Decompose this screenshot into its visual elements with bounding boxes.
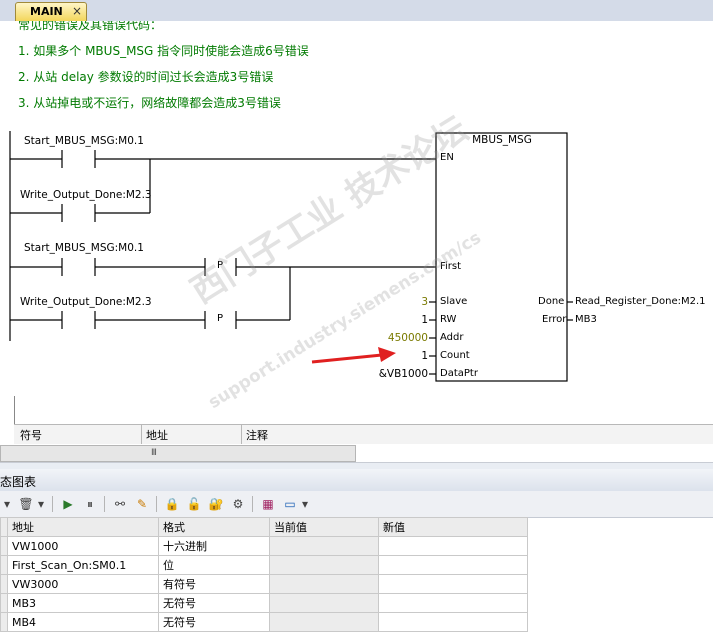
address-cell[interactable]: VW1000 — [7, 536, 159, 556]
edge-contact-p: P — [217, 260, 224, 271]
dropdown-arrow-icon[interactable]: ▾ — [2, 496, 12, 512]
pin-en: EN — [440, 152, 454, 163]
lock-icon[interactable]: 🔒 — [164, 496, 180, 512]
current-value-cell — [269, 593, 379, 613]
row-header-cell[interactable] — [0, 555, 8, 575]
ladder-diagram — [9, 131, 573, 382]
address-cell[interactable]: VW3000 — [7, 574, 159, 594]
current-value-cell — [269, 555, 379, 575]
current-value-cell — [269, 536, 379, 556]
block-title: MBUS_MSG — [472, 134, 532, 146]
pin-count: Count — [440, 350, 470, 361]
ladder-editor[interactable]: 常见的错误及其错误代码： 1. 如果多个 MBUS_MSG 指令同时使能会造成6… — [0, 21, 713, 445]
tab-bar: MAIN × — [0, 0, 713, 22]
toolbar-separator — [104, 496, 105, 512]
param-count-value[interactable]: 1 — [368, 350, 428, 362]
address-cell[interactable]: MB4 — [7, 612, 159, 632]
row-header-cell — [0, 517, 8, 537]
format-cell[interactable]: 十六进制 — [158, 536, 270, 556]
toolbar-separator — [156, 496, 157, 512]
row-header-cell[interactable] — [0, 612, 8, 632]
contact-label: Write_Output_Done:M2.3 — [20, 296, 152, 308]
delete-icon[interactable]: 🗑 — [18, 496, 34, 512]
contact-label: Write_Output_Done:M2.3 — [20, 189, 152, 201]
format-cell[interactable]: 无符号 — [158, 612, 270, 632]
pin-addr: Addr — [440, 332, 464, 343]
tab-main[interactable]: MAIN × — [15, 2, 87, 21]
glasses-icon[interactable]: ⚯ — [112, 496, 128, 512]
toolbar-separator — [52, 496, 53, 512]
trend-view-icon[interactable]: ▦ — [260, 496, 276, 512]
param-dataptr-value[interactable]: &VB1000 — [368, 368, 428, 380]
status-chart-table: 地址 格式 当前值 新值 VW1000 十六进制 First_Scan_On:S… — [0, 517, 528, 632]
address-column-header[interactable]: 地址 — [146, 427, 168, 443]
new-value-cell[interactable] — [378, 536, 528, 556]
address-cell[interactable]: First_Scan_On:SM0.1 — [7, 555, 159, 575]
table-header-row: 地址 格式 当前值 新值 — [0, 517, 528, 537]
pin-dataptr: DataPtr — [440, 368, 478, 379]
status-chart-titlebar: 态图表 — [0, 469, 713, 492]
table-row[interactable]: VW1000 十六进制 — [0, 536, 528, 556]
table-row[interactable]: First_Scan_On:SM0.1 位 — [0, 555, 528, 575]
current-value-header[interactable]: 当前值 — [269, 517, 379, 537]
edge-contact-p: P — [217, 313, 224, 324]
current-value-cell — [269, 574, 379, 594]
scroll-thumb-grip[interactable]: III — [151, 448, 157, 458]
address-cell[interactable]: MB3 — [7, 593, 159, 613]
dropdown-arrow-icon[interactable]: ▾ — [300, 496, 310, 512]
address-header[interactable]: 地址 — [7, 517, 159, 537]
format-header[interactable]: 格式 — [158, 517, 270, 537]
pin-done: Done — [538, 296, 565, 307]
contact-label: Start_MBUS_MSG:M0.1 — [24, 242, 144, 254]
dropdown-arrow-icon[interactable]: ▾ — [36, 496, 46, 512]
table-row[interactable]: MB4 无符号 — [0, 612, 528, 632]
row-header-cell[interactable] — [0, 536, 8, 556]
current-value-cell — [269, 612, 379, 632]
table-row[interactable]: MB3 无符号 — [0, 593, 528, 613]
tab-main-label: MAIN — [30, 5, 63, 18]
format-cell[interactable]: 位 — [158, 555, 270, 575]
pencil-icon[interactable]: ✎ — [134, 496, 150, 512]
param-rw-value[interactable]: 1 — [368, 314, 428, 326]
close-icon[interactable]: × — [72, 4, 82, 18]
column-divider — [141, 425, 142, 444]
unlock-icon[interactable]: 🔓 — [186, 496, 202, 512]
format-cell[interactable]: 有符号 — [158, 574, 270, 594]
new-value-cell[interactable] — [378, 612, 528, 632]
symbol-column-header[interactable]: 符号 — [20, 427, 42, 443]
row-header-cell[interactable] — [0, 574, 8, 594]
unlock-all-icon[interactable]: 🔐 — [208, 496, 224, 512]
start-trend-icon[interactable]: ▶ — [60, 496, 76, 512]
new-value-cell[interactable] — [378, 574, 528, 594]
read-all-forced-icon[interactable]: ⚙ — [230, 496, 246, 512]
pause-icon[interactable]: ⏸ — [82, 496, 98, 512]
tooltip-icon[interactable]: ▭ — [282, 496, 298, 512]
param-done-value[interactable]: Read_Register_Done:M2.1 — [575, 296, 706, 307]
new-value-cell[interactable] — [378, 593, 528, 613]
contact-label: Start_MBUS_MSG:M0.1 — [24, 135, 144, 147]
param-error-value[interactable]: MB3 — [575, 314, 597, 325]
comment-column-header[interactable]: 注释 — [246, 427, 268, 443]
panel-title: 态图表 — [0, 475, 37, 489]
param-slave-value[interactable]: 3 — [368, 296, 428, 308]
toolbar-separator — [252, 496, 253, 512]
pin-rw: RW — [440, 314, 457, 325]
row-header-cell[interactable] — [0, 593, 8, 613]
new-value-cell[interactable] — [378, 555, 528, 575]
pin-error: Error — [542, 314, 567, 325]
new-value-header[interactable]: 新值 — [378, 517, 528, 537]
symbol-table-header: 符号 地址 注释 — [14, 424, 713, 444]
param-addr-value[interactable]: 450000 — [368, 332, 428, 344]
status-chart-toolbar: ▾ 🗑 ▾ ▶ ⏸ ⚯ ✎ 🔒 🔓 🔐 ⚙ ▦ ▭ ▾ — [0, 491, 713, 518]
table-row[interactable]: VW3000 有符号 — [0, 574, 528, 594]
horizontal-scrollbar[interactable]: III — [0, 445, 356, 462]
pin-first: First — [440, 261, 462, 272]
format-cell[interactable]: 无符号 — [158, 593, 270, 613]
pin-slave: Slave — [440, 296, 468, 307]
column-divider — [241, 425, 242, 444]
